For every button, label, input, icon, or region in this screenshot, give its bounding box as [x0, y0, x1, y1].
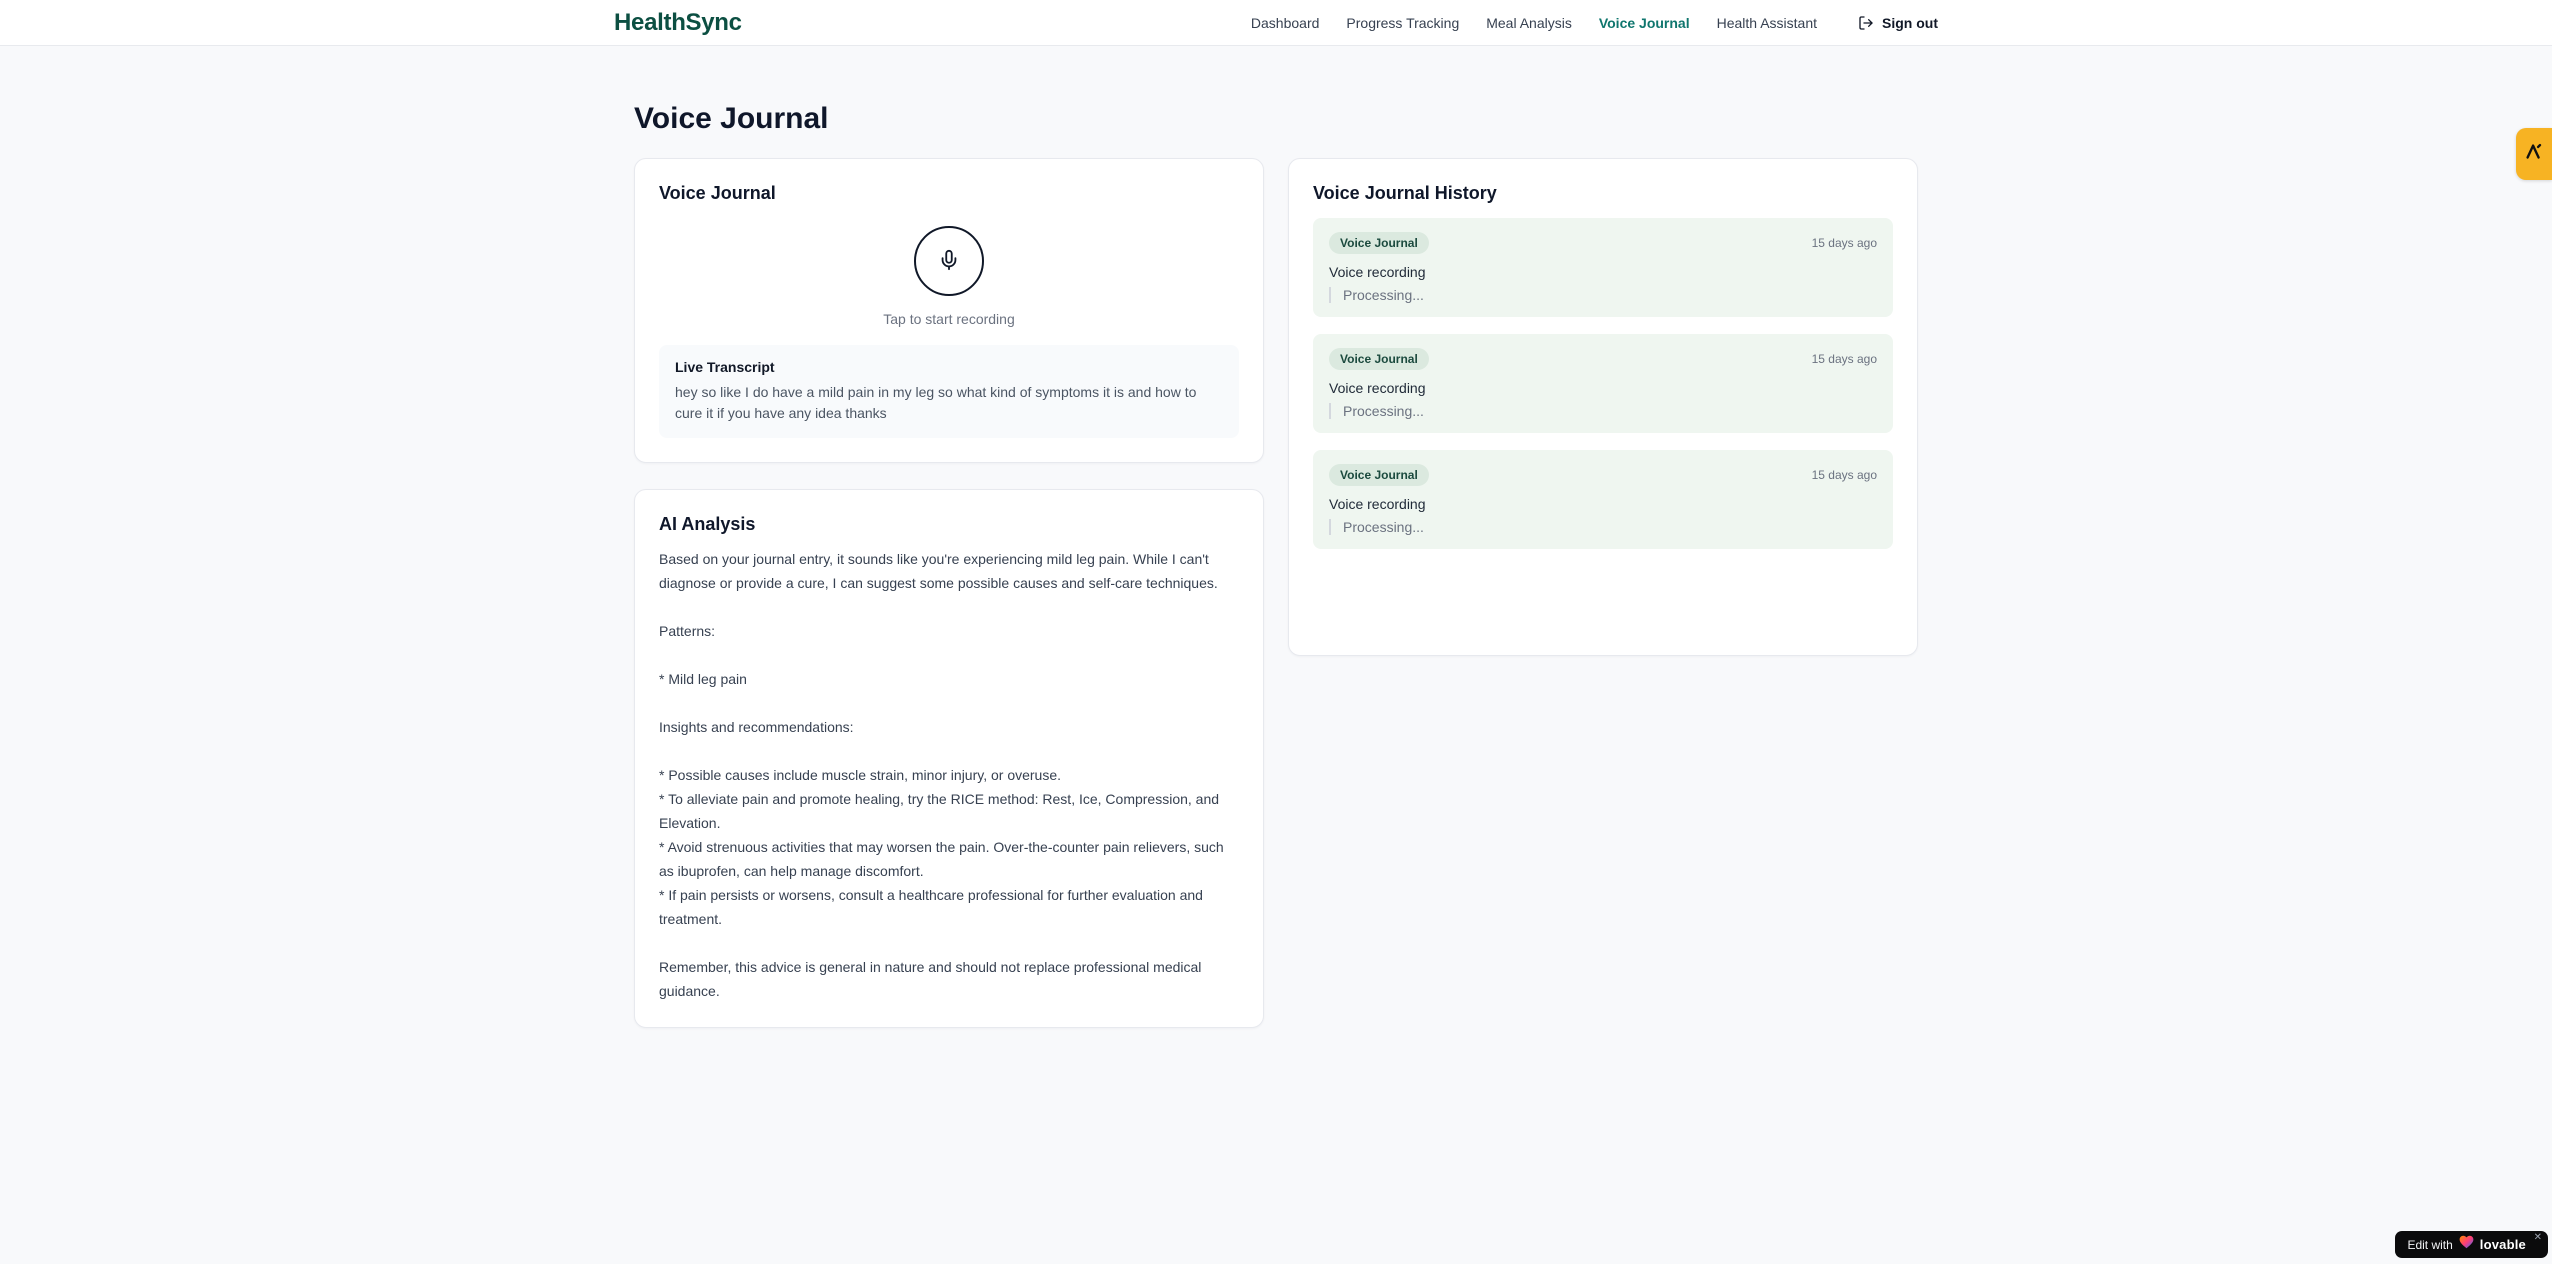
entry-label: Voice recording	[1329, 264, 1426, 280]
entry-timestamp: 15 days ago	[1811, 468, 1877, 482]
history-title: Voice Journal History	[1313, 183, 1497, 203]
gradient-heart-icon	[2459, 1235, 2474, 1254]
voice-journal-history-panel: Voice Journal History Voice Journal 15 d…	[1288, 158, 1918, 656]
voice-recorder-card: Voice Journal Tap to start recording Liv…	[634, 158, 1264, 463]
left-column: Voice Journal Tap to start recording Liv…	[634, 158, 1264, 1028]
entry-label: Voice recording	[1329, 496, 1426, 512]
nav-item-health-assistant[interactable]: Health Assistant	[1717, 15, 1817, 31]
mic-icon	[938, 249, 960, 274]
entry-type-badge: Voice Journal	[1329, 348, 1429, 370]
lovable-a-mark-icon	[2523, 141, 2545, 168]
recording-area: Tap to start recording	[659, 216, 1239, 327]
entry-status: Processing...	[1329, 519, 1877, 535]
entry-status: Processing...	[1329, 403, 1877, 419]
live-transcript-title: Live Transcript	[675, 359, 775, 375]
history-list: Voice Journal 15 days ago Voice recordin…	[1313, 218, 1893, 549]
close-icon[interactable]: ✕	[2534, 1233, 2542, 1243]
entry-timestamp: 15 days ago	[1811, 352, 1877, 366]
ai-analysis-body: Based on your journal entry, it sounds l…	[659, 551, 1224, 999]
nav-item-voice-journal[interactable]: Voice Journal	[1599, 15, 1690, 31]
header-container: HealthSync Dashboard Progress Tracking M…	[614, 0, 1938, 45]
history-entry[interactable]: Voice Journal 15 days ago Voice recordin…	[1313, 450, 1893, 549]
logout-icon	[1858, 15, 1874, 31]
entry-type-badge: Voice Journal	[1329, 464, 1429, 486]
ai-analysis-card: AI Analysis Based on your journal entry,…	[634, 489, 1264, 1028]
entry-type-badge: Voice Journal	[1329, 232, 1429, 254]
entry-label: Voice recording	[1329, 380, 1426, 396]
history-entry[interactable]: Voice Journal 15 days ago Voice recordin…	[1313, 334, 1893, 433]
main-nav: Dashboard Progress Tracking Meal Analysi…	[1251, 15, 1938, 31]
tap-to-record-hint: Tap to start recording	[883, 311, 1015, 327]
live-transcript-box: Live Transcript hey so like I do have a …	[659, 345, 1239, 438]
edit-with-lovable-badge[interactable]: Edit with lovable ✕	[2395, 1231, 2548, 1258]
content-grid: Voice Journal Tap to start recording Liv…	[634, 158, 1918, 1028]
nav-item-progress-tracking[interactable]: Progress Tracking	[1346, 15, 1459, 31]
edit-with-label: Edit with	[2407, 1237, 2453, 1252]
history-entry[interactable]: Voice Journal 15 days ago Voice recordin…	[1313, 218, 1893, 317]
main-content: Voice Journal Voice Journal Tap to start…	[634, 46, 1918, 1028]
record-button[interactable]	[914, 226, 984, 296]
ai-analysis-title: AI Analysis	[659, 514, 756, 534]
editor-edge-tab[interactable]	[2516, 128, 2552, 180]
entry-status: Processing...	[1329, 287, 1877, 303]
sign-out-label: Sign out	[1882, 14, 1938, 31]
nav-item-dashboard[interactable]: Dashboard	[1251, 15, 1320, 31]
app-header: HealthSync Dashboard Progress Tracking M…	[0, 0, 2552, 46]
recorder-card-title: Voice Journal	[659, 183, 776, 203]
lovable-wordmark: lovable	[2479, 1237, 2526, 1252]
entry-timestamp: 15 days ago	[1811, 236, 1877, 250]
page-title: Voice Journal	[634, 102, 829, 135]
brand-logo[interactable]: HealthSync	[614, 9, 742, 37]
sign-out-button[interactable]: Sign out	[1858, 15, 1938, 31]
nav-item-meal-analysis[interactable]: Meal Analysis	[1486, 15, 1572, 31]
live-transcript-text: hey so like I do have a mild pain in my …	[675, 384, 1197, 421]
